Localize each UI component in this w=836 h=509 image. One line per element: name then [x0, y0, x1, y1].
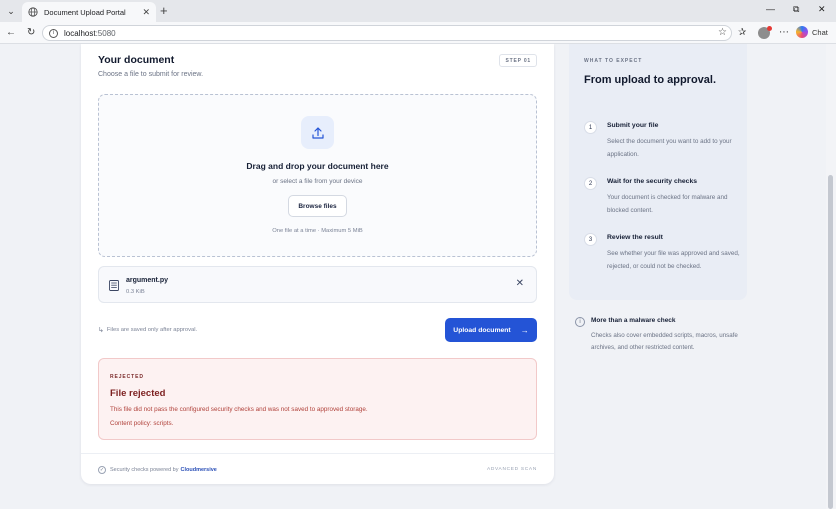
approval-note-text: Files are saved only after approval.	[106, 327, 198, 333]
upload-card: Your document Choose a file to submit fo…	[81, 44, 554, 484]
approval-note: ↳ Files are saved only after approval.	[98, 326, 197, 334]
tab-list-chevron-icon[interactable]: ⌄	[4, 4, 18, 18]
step-number: 2	[584, 177, 597, 190]
copilot-chat-button[interactable]: Chat	[796, 26, 828, 38]
step-title: Review the result	[607, 234, 663, 241]
remove-file-close-icon[interactable]: ✕	[516, 278, 524, 290]
step-description: Your document is checked for malware and…	[607, 194, 728, 214]
card-subtitle: Choose a file to submit for review.	[98, 71, 204, 78]
rejected-result-panel: REJECTED File rejected This file did not…	[98, 358, 537, 440]
step-description: See whether your file was approved and s…	[607, 250, 740, 270]
file-size: 0.3 KiB	[126, 289, 145, 295]
info-title: More than a malware check	[591, 317, 676, 324]
info-icon: i	[575, 317, 585, 327]
scan-mode-label: ADVANCED SCAN	[486, 467, 537, 472]
powered-by-text: Security checks powered by	[110, 467, 179, 473]
browser-tab-bar: ⌄ Document Upload Portal ✕ + — ⧉ ✕	[0, 0, 836, 22]
url-text[interactable]: localhost:5080	[64, 29, 116, 38]
step-title: Wait for the security checks	[607, 178, 698, 185]
scrollbar-thumb[interactable]	[828, 175, 833, 509]
selected-file-row: argument.py 0.3 KiB ✕	[98, 266, 537, 303]
step-description: Select the document you want to add to y…	[607, 138, 732, 158]
upload-button-label: Upload document	[453, 326, 511, 334]
brand-link[interactable]: Cloudmersive	[180, 467, 216, 473]
expectations-title: From upload to approval.	[584, 74, 717, 86]
card-footer: ✓ Security checks powered by Cloudmersiv…	[81, 453, 554, 484]
tab-close-icon[interactable]: ✕	[142, 7, 150, 18]
arrow-right-icon: →	[520, 325, 529, 335]
tab-title: Document Upload Portal	[44, 7, 126, 17]
step-badge: STEP 01	[499, 54, 537, 67]
favorites-list-icon[interactable]: ✰	[738, 27, 746, 39]
powered-by: ✓ Security checks powered by Cloudmersiv…	[98, 466, 217, 474]
minimize-icon[interactable]: —	[766, 4, 775, 14]
step-title: Submit your file	[607, 122, 659, 129]
notification-dot	[767, 26, 772, 31]
result-policy: Content policy: scripts.	[110, 420, 174, 427]
url-port: :5080	[95, 28, 116, 38]
dropzone-subtitle: or select a file from your device	[272, 178, 363, 185]
result-status-label: REJECTED	[110, 374, 144, 380]
reload-icon[interactable]: ↻	[27, 26, 35, 40]
url-host: localhost	[64, 28, 96, 38]
dropzone-hint: One file at a time · Maximum 5 MiB	[272, 228, 363, 234]
dropzone-title: Drag and drop your document here	[246, 161, 389, 171]
document-lines-icon	[109, 280, 119, 291]
card-title: Your document	[98, 54, 175, 66]
upload-icon	[301, 116, 334, 149]
expectations-eyebrow: WHAT TO EXPECT	[584, 58, 643, 64]
back-arrow-icon[interactable]: ←	[6, 26, 16, 40]
step-number: 3	[584, 233, 597, 246]
new-tab-icon[interactable]: +	[160, 3, 168, 19]
window-close-icon[interactable]: ✕	[818, 4, 826, 15]
restore-icon[interactable]: ⧉	[793, 4, 799, 15]
copilot-icon	[796, 26, 808, 38]
corner-arrow-icon: ↳	[98, 327, 104, 334]
more-options-icon[interactable]: ⋯	[779, 27, 789, 39]
browse-files-button[interactable]: Browse files	[288, 195, 347, 217]
expectations-panel: WHAT TO EXPECT From upload to approval. …	[569, 44, 747, 300]
file-dropzone[interactable]: Drag and drop your document here or sele…	[98, 94, 537, 257]
address-bar-row: ← ↻ i localhost:5080 ☆ ✰ ⋯ Chat	[0, 22, 836, 44]
result-message: This file did not pass the configured se…	[110, 406, 368, 413]
address-bar[interactable]: i localhost:5080	[42, 25, 732, 41]
chat-label: Chat	[812, 27, 828, 37]
file-name: argument.py	[126, 277, 169, 284]
result-title: File rejected	[110, 388, 166, 399]
upload-document-button[interactable]: Upload document →	[445, 318, 537, 342]
site-info-icon[interactable]: i	[49, 28, 58, 38]
globe-icon	[28, 7, 38, 17]
favorite-star-icon[interactable]: ☆	[718, 27, 727, 39]
page-viewport: Your document Choose a file to submit fo…	[0, 44, 836, 509]
info-description: Checks also cover embedded scripts, macr…	[591, 332, 738, 351]
check-icon: ✓	[98, 466, 106, 474]
step-number: 1	[584, 121, 597, 134]
browser-tab[interactable]: Document Upload Portal ✕	[22, 2, 156, 22]
page-scrollbar[interactable]	[826, 44, 836, 509]
